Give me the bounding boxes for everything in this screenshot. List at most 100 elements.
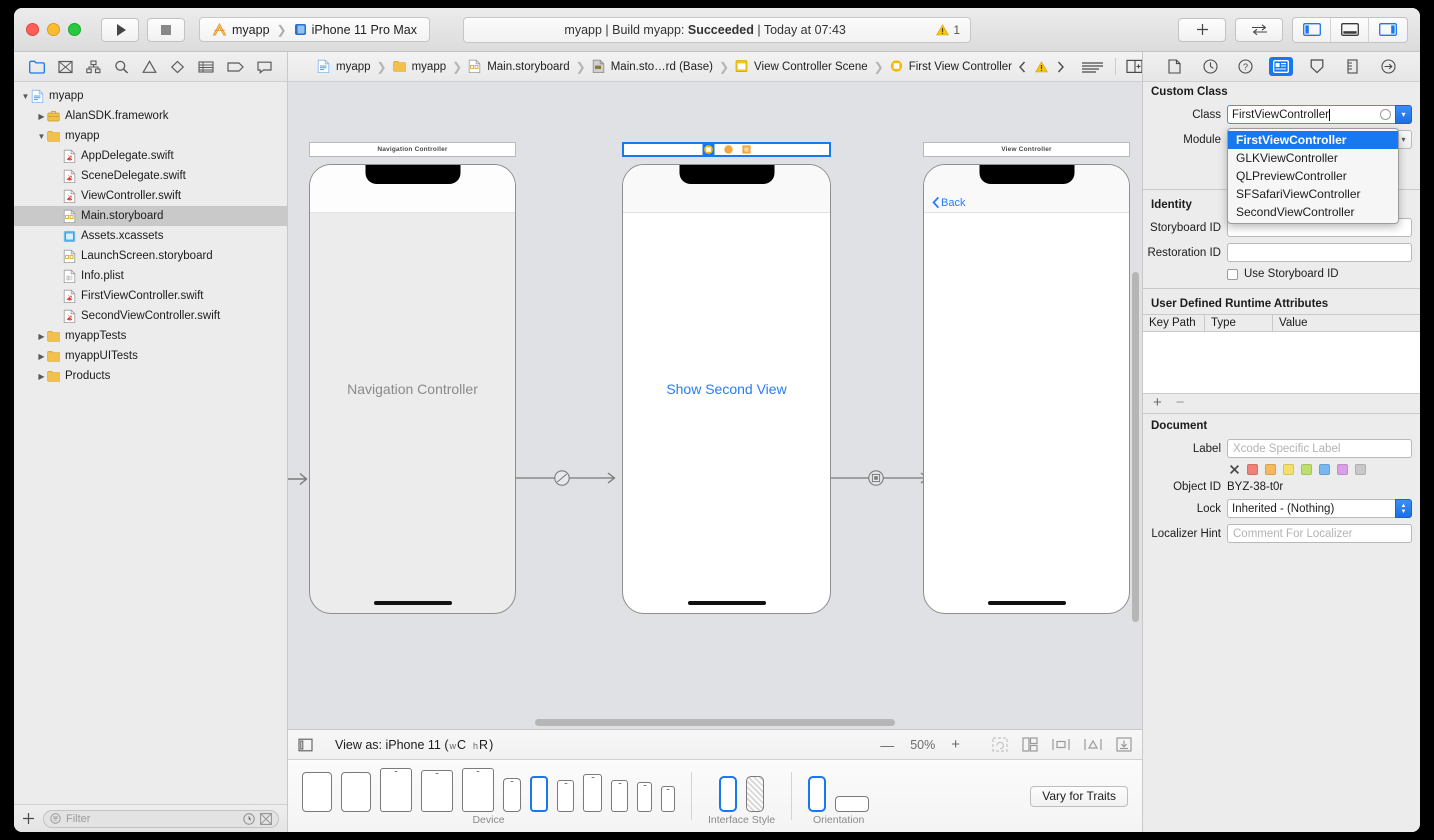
jump-bar-item[interactable]: Main.storyboard bbox=[468, 59, 569, 74]
viewcontroller-circle-icon[interactable] bbox=[702, 143, 715, 156]
tree-twisty-icon[interactable] bbox=[36, 352, 47, 361]
swatch-orange[interactable] bbox=[1265, 464, 1276, 475]
debug-navigator-tab[interactable] bbox=[198, 60, 214, 74]
device-option[interactable] bbox=[302, 772, 332, 812]
resolve-issues-icon[interactable] bbox=[1116, 737, 1132, 752]
segue-first-to-second[interactable] bbox=[831, 468, 935, 488]
tree-row[interactable]: SecondViewController.swift bbox=[14, 306, 287, 326]
class-dropdown-button[interactable]: ▾ bbox=[1395, 105, 1412, 124]
update-frames-icon[interactable] bbox=[992, 737, 1008, 752]
interface-style-light-option[interactable] bbox=[719, 776, 737, 812]
no-color-icon[interactable] bbox=[1229, 464, 1240, 475]
first-view-controller-phone[interactable]: Show Second View bbox=[622, 164, 831, 614]
project-tree[interactable]: myappAlanSDK.frameworkmyappAppDelegate.s… bbox=[14, 82, 287, 804]
add-file-icon[interactable] bbox=[22, 812, 35, 825]
navigation-controller-scene[interactable]: Navigation Controller Navigation Control… bbox=[309, 142, 516, 614]
add-editor-button[interactable] bbox=[1178, 18, 1226, 42]
close-window-button[interactable] bbox=[26, 23, 39, 36]
dropdown-option[interactable]: QLPreviewController bbox=[1228, 167, 1398, 185]
device-option[interactable] bbox=[661, 786, 675, 812]
udra-add-button[interactable]: + bbox=[1153, 395, 1162, 410]
editor-options-button[interactable] bbox=[1235, 18, 1283, 42]
vary-for-traits-button[interactable]: Vary for Traits bbox=[1030, 786, 1128, 807]
align-icon[interactable] bbox=[1052, 737, 1070, 752]
toggle-inspector-button[interactable] bbox=[1369, 18, 1407, 42]
canvas-vertical-scrollbar[interactable] bbox=[1132, 272, 1139, 622]
device-option[interactable] bbox=[462, 768, 494, 812]
tree-row[interactable]: LaunchScreen.storyboard bbox=[14, 246, 287, 266]
exit-icon[interactable] bbox=[742, 145, 751, 154]
warning-triangle-icon[interactable] bbox=[1035, 61, 1048, 73]
device-option[interactable] bbox=[380, 768, 412, 812]
embed-in-icon[interactable] bbox=[1022, 737, 1038, 752]
find-navigator-tab[interactable] bbox=[114, 60, 129, 74]
storyboard-canvas[interactable]: Navigation Controller Navigation Control… bbox=[288, 82, 1142, 730]
class-dropdown-options[interactable]: FirstViewControllerGLKViewControllerQLPr… bbox=[1228, 131, 1398, 221]
attributes-inspector-tab[interactable] bbox=[1305, 57, 1329, 76]
tree-row[interactable]: FirstViewController.swift bbox=[14, 286, 287, 306]
orientation-landscape-option[interactable] bbox=[835, 796, 869, 812]
device-list[interactable] bbox=[302, 766, 675, 812]
warning-chip[interactable]: 1 bbox=[936, 23, 960, 37]
test-navigator-tab[interactable] bbox=[170, 60, 185, 74]
device-option[interactable] bbox=[637, 782, 652, 812]
scheme-selector[interactable]: myapp ❯ iPhone 11 Pro Max bbox=[199, 17, 430, 42]
filter-field[interactable]: Filter bbox=[43, 810, 279, 828]
previous-issue-icon[interactable] bbox=[1017, 60, 1028, 74]
orientation-options[interactable] bbox=[808, 766, 869, 812]
source-control-filter-icon[interactable] bbox=[260, 813, 272, 825]
issue-navigator-tab[interactable] bbox=[142, 60, 157, 74]
use-storyboard-id-checkbox[interactable] bbox=[1227, 269, 1238, 280]
zoom-out-button[interactable]: — bbox=[880, 737, 894, 753]
udra-remove-button[interactable]: − bbox=[1176, 395, 1185, 410]
second-view-controller-scene[interactable]: View Controller Back bbox=[923, 142, 1130, 614]
jump-bar-item[interactable]: First View Controller bbox=[890, 59, 1012, 74]
view-as-control[interactable]: View as: iPhone 11 (wChR) bbox=[335, 738, 493, 752]
jump-bar-item[interactable]: View Controller Scene bbox=[735, 59, 868, 74]
run-button[interactable] bbox=[101, 18, 139, 42]
file-inspector-tab[interactable] bbox=[1163, 57, 1187, 76]
assistant-editor-icon[interactable] bbox=[1126, 59, 1143, 74]
next-issue-icon[interactable] bbox=[1055, 60, 1066, 74]
quick-help-inspector-tab[interactable]: ? bbox=[1234, 57, 1258, 76]
tree-row[interactable]: Products bbox=[14, 366, 287, 386]
tree-row[interactable]: AlanSDK.framework bbox=[14, 106, 287, 126]
document-label-input[interactable]: Xcode Specific Label bbox=[1227, 439, 1412, 458]
stop-button[interactable] bbox=[147, 18, 185, 42]
class-dropdown-menu[interactable]: FirstViewControllerGLKViewControllerQLPr… bbox=[1227, 128, 1399, 224]
swatch-red[interactable] bbox=[1247, 464, 1258, 475]
source-control-navigator-tab[interactable] bbox=[58, 60, 73, 74]
lock-popup-button[interactable]: Inherited - (Nothing) ▲▼ bbox=[1227, 499, 1412, 518]
clear-field-icon[interactable] bbox=[1380, 109, 1391, 120]
segue-nav-to-first[interactable] bbox=[516, 468, 622, 488]
tree-row[interactable]: myappTests bbox=[14, 326, 287, 346]
scene-title-bar[interactable]: View Controller bbox=[923, 142, 1130, 157]
minimize-window-button[interactable] bbox=[47, 23, 60, 36]
back-bar-button[interactable]: Back bbox=[932, 196, 965, 209]
first-responder-icon[interactable] bbox=[724, 145, 733, 154]
tree-row[interactable]: Info.plist bbox=[14, 266, 287, 286]
tree-twisty-icon[interactable] bbox=[36, 372, 47, 381]
zoom-in-button[interactable]: + bbox=[951, 736, 960, 753]
interface-style-options[interactable] bbox=[719, 766, 764, 812]
device-option[interactable] bbox=[611, 780, 628, 812]
device-option[interactable] bbox=[341, 772, 371, 812]
label-color-swatches[interactable] bbox=[1143, 461, 1420, 478]
show-second-view-button[interactable]: Show Second View bbox=[623, 381, 830, 397]
tree-row-selected[interactable]: Main.storyboard bbox=[14, 206, 287, 226]
tree-twisty-icon[interactable] bbox=[36, 132, 47, 141]
tree-row[interactable]: Assets.xcassets bbox=[14, 226, 287, 246]
swatch-green[interactable] bbox=[1301, 464, 1312, 475]
swatch-yellow[interactable] bbox=[1283, 464, 1294, 475]
history-inspector-tab[interactable] bbox=[1198, 57, 1222, 76]
jump-bar-item[interactable]: myapp bbox=[317, 59, 371, 74]
class-text-field[interactable]: FirstViewController bbox=[1227, 105, 1395, 124]
scene-title-bar-selected[interactable] bbox=[622, 142, 831, 157]
localizer-hint-input[interactable]: Comment For Localizer bbox=[1227, 524, 1412, 543]
second-view-controller-phone[interactable]: Back bbox=[923, 164, 1130, 614]
view-as-toggle-icon[interactable] bbox=[298, 738, 313, 752]
lock-stepper-icon[interactable]: ▲▼ bbox=[1395, 499, 1412, 518]
symbol-navigator-tab[interactable] bbox=[86, 60, 101, 74]
tree-row[interactable]: myapp bbox=[14, 126, 287, 146]
recent-files-icon[interactable] bbox=[243, 813, 255, 825]
